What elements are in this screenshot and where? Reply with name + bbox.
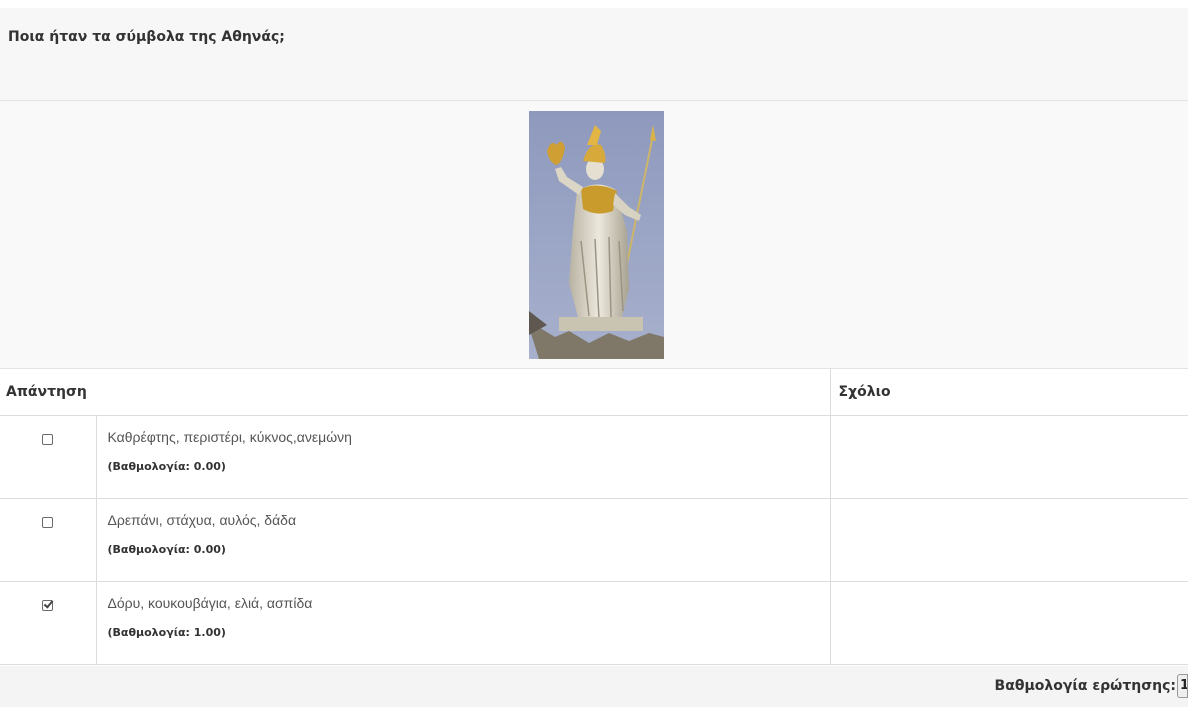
answer-content-cell: Δρεπάνι, στάχυα, αυλός, δάδα (Βαθμολογία… bbox=[96, 498, 830, 582]
answers-table: Απάντηση Σχόλιο Καθρέφτης, περιστέρι, κύ… bbox=[0, 369, 1188, 665]
athena-statue-image bbox=[529, 111, 664, 359]
answer-checkbox-cell bbox=[0, 581, 97, 665]
question-text: Ποια ήταν τα σύμβολα της Αθηνάς; bbox=[8, 29, 285, 45]
question-header: Ποια ήταν τα σύμβολα της Αθηνάς; bbox=[0, 8, 1188, 101]
answer-score: (Βαθμολογία: 0.00) bbox=[107, 459, 226, 473]
answer-checkbox-cell bbox=[0, 415, 97, 499]
question-score-footer: Βαθμολογία ερώτησης: 1 bbox=[0, 666, 1188, 707]
answer-column-header: Απάντηση bbox=[0, 369, 830, 416]
answer-comment bbox=[829, 415, 1188, 499]
answer-checkbox[interactable] bbox=[42, 516, 54, 528]
answers-header-row: Απάντηση Σχόλιο bbox=[0, 369, 1188, 416]
answer-row: Δόρυ, κουκουβάγια, ελιά, ασπίδα (Βαθμολο… bbox=[0, 581, 1188, 665]
answer-comment bbox=[829, 498, 1188, 582]
comment-column-header: Σχόλιο bbox=[829, 369, 1188, 416]
quiz-result-panel: Ποια ήταν τα σύμβολα της Αθηνάς; Απάντησ… bbox=[0, 0, 1188, 707]
answer-content-cell: Δόρυ, κουκουβάγια, ελιά, ασπίδα (Βαθμολο… bbox=[96, 581, 830, 665]
answer-checkbox-cell bbox=[0, 498, 97, 582]
answer-score: (Βαθμολογία: 1.00) bbox=[107, 625, 226, 639]
answer-text: Δρεπάνι, στάχυα, αυλός, δάδα bbox=[107, 511, 297, 528]
answer-row: Καθρέφτης, περιστέρι, κύκνος,ανεμώνη (Βα… bbox=[0, 415, 1188, 499]
answer-score: (Βαθμολογία: 0.00) bbox=[107, 542, 226, 556]
answer-checkbox-checked[interactable] bbox=[42, 599, 54, 611]
answer-row: Δρεπάνι, στάχυα, αυλός, δάδα (Βαθμολογία… bbox=[0, 498, 1188, 582]
answer-comment bbox=[829, 581, 1188, 665]
answer-content-cell: Καθρέφτης, περιστέρι, κύκνος,ανεμώνη (Βα… bbox=[96, 415, 830, 499]
answer-text: Δόρυ, κουκουβάγια, ελιά, ασπίδα bbox=[107, 594, 313, 611]
question-score-label: Βαθμολογία ερώτησης: bbox=[994, 678, 1176, 694]
question-image-row bbox=[0, 101, 1188, 369]
answer-checkbox[interactable] bbox=[42, 433, 54, 445]
answer-text: Καθρέφτης, περιστέρι, κύκνος,ανεμώνη bbox=[107, 428, 352, 445]
question-score-value: 1 bbox=[1177, 674, 1188, 698]
